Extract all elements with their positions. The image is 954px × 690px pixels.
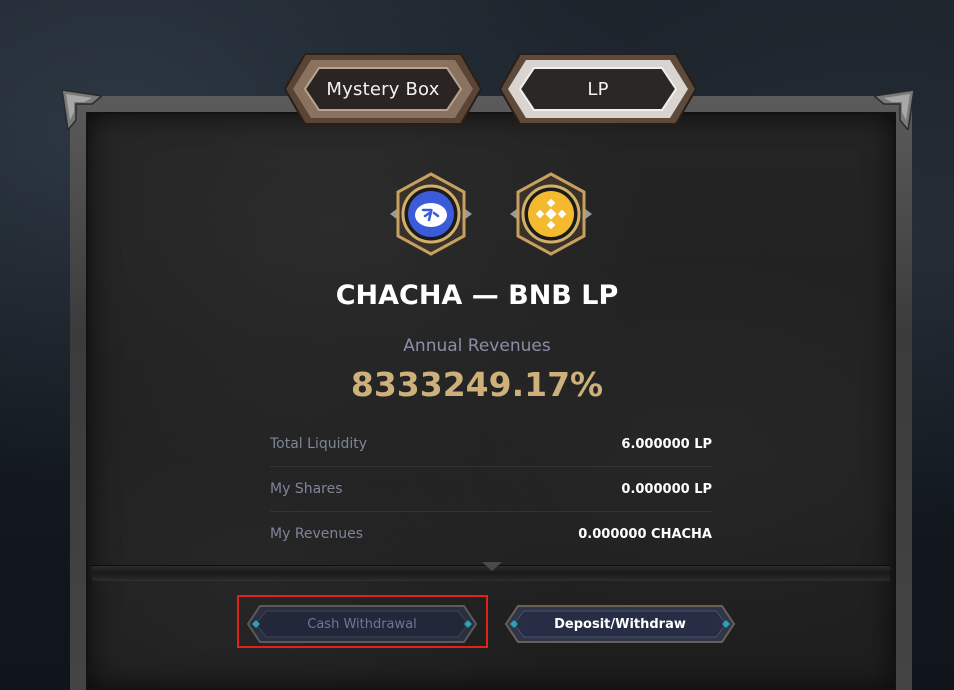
chacha-token-icon (390, 172, 472, 256)
annual-revenues-label: Annual Revenues (403, 336, 551, 356)
cash-withdrawal-button[interactable]: Cash Withdrawal (246, 604, 478, 644)
stat-value: 0.000000 CHACHA (578, 526, 712, 542)
divider-notch-ornament (482, 562, 502, 571)
bnb-token-icon (510, 172, 592, 256)
stat-row-total-liquidity: Total Liquidity 6.000000 LP (270, 422, 712, 467)
frame-corner-ornament (62, 90, 102, 130)
tab-label: Mystery Box (326, 78, 440, 100)
tab-label: LP (587, 78, 609, 100)
stat-label: My Revenues (270, 526, 364, 542)
tab-mystery-box[interactable]: Mystery Box (283, 50, 483, 128)
button-label: Cash Withdrawal (307, 616, 417, 632)
stat-value: 0.000000 LP (621, 481, 712, 497)
deposit-withdraw-button[interactable]: Deposit/Withdraw (504, 604, 736, 644)
annual-revenues-value: 8333249.17% (350, 365, 604, 404)
stat-row-my-shares: My Shares 0.000000 LP (270, 467, 712, 512)
lp-screen: Mystery Box LP CHACHA — BNB LP Annual Re… (0, 0, 954, 690)
pool-title: CHACHA — BNB LP (335, 280, 619, 311)
stat-label: Total Liquidity (270, 436, 368, 452)
frame-corner-ornament (874, 90, 914, 130)
stat-value: 6.000000 LP (621, 436, 712, 452)
pool-stats: Total Liquidity 6.000000 LP My Shares 0.… (270, 422, 712, 556)
stat-row-my-revenues: My Revenues 0.000000 CHACHA (270, 512, 712, 556)
stat-label: My Shares (270, 481, 343, 497)
tab-lp[interactable]: LP (498, 50, 698, 128)
button-label: Deposit/Withdraw (554, 616, 686, 632)
